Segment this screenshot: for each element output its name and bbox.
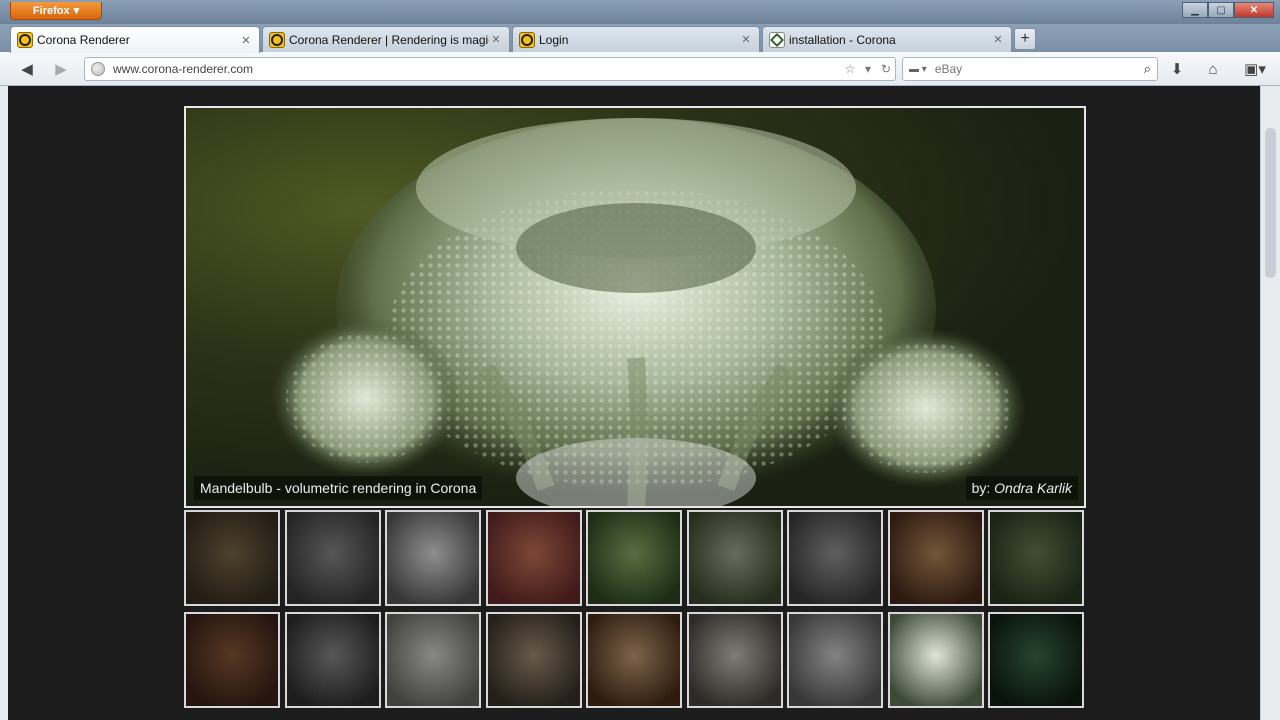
tab-installation[interactable]: installation - Corona ✕ — [762, 26, 1012, 52]
mandelbulb-render — [271, 118, 1026, 506]
tab-label: Login — [539, 32, 569, 47]
thumbnail-dim-overlay — [186, 512, 278, 604]
thumbnail-dim-overlay — [890, 512, 982, 604]
window-controls: ▁ ▢ ✕ — [1182, 2, 1274, 18]
credit-name: Ondra — [994, 480, 1034, 496]
credit-surname: Karlik — [1036, 480, 1072, 496]
thumbnail-dim-overlay — [990, 614, 1082, 706]
gallery-thumbnail[interactable] — [687, 612, 783, 708]
navigation-toolbar: ◀ ▶ www.corona-renderer.com ☆ ▾ ↻ ▬ ▾ ⌕ … — [0, 52, 1280, 86]
scrollbar-thumb[interactable] — [1265, 128, 1276, 278]
tab-close-icon[interactable]: ✕ — [489, 33, 503, 46]
thumbnail-dim-overlay — [387, 614, 479, 706]
search-icon[interactable]: ⌕ — [1144, 61, 1151, 77]
thumbnail-dim-overlay — [789, 512, 881, 604]
gallery-thumbnail[interactable] — [586, 612, 682, 708]
vertical-scrollbar[interactable] — [1260, 86, 1280, 720]
gallery-thumbnail[interactable] — [486, 510, 582, 606]
bookmark-star-icon[interactable]: ☆ — [841, 62, 859, 76]
bookmarks-menu-icon[interactable]: ▣▾ — [1240, 58, 1270, 80]
tab-login[interactable]: Login ✕ — [512, 26, 760, 52]
search-input[interactable] — [934, 62, 1144, 76]
url-text[interactable]: www.corona-renderer.com — [113, 62, 841, 76]
thumbnail-dim-overlay — [789, 614, 881, 706]
tab-strip: Corona Renderer ✕ Corona Renderer | Rend… — [0, 24, 1280, 53]
globe-icon — [91, 62, 105, 76]
firefox-menu-label: Firefox — [32, 4, 70, 17]
thumbnail-dim-overlay — [890, 614, 982, 706]
tab-rendering-is-magic[interactable]: Corona Renderer | Rendering is magic ✕ — [262, 26, 510, 52]
search-engine-icon[interactable]: ▬ ▾ — [909, 64, 927, 75]
minimize-icon[interactable]: ▁ — [1182, 2, 1208, 18]
gallery-thumbnail[interactable] — [285, 612, 381, 708]
thumbnail-dim-overlay — [990, 512, 1082, 604]
page-viewport: Mandelbulb - volumetric rendering in Cor… — [8, 86, 1260, 720]
thumbnail-dim-overlay — [186, 614, 278, 706]
hero-credit: by: Ondra Karlik — [965, 476, 1078, 500]
window-titlebar: Firefox ▾ ▁ ▢ ✕ — [0, 0, 1280, 24]
thumbnail-dim-overlay — [287, 512, 379, 604]
wiki-favicon-icon — [769, 31, 785, 48]
downloads-icon[interactable]: ⬇ — [1166, 58, 1188, 80]
gallery-thumbnail[interactable] — [888, 510, 984, 606]
back-arrow-icon[interactable]: ◀ — [16, 58, 38, 80]
gallery-thumbnail[interactable] — [988, 510, 1084, 606]
forward-arrow-icon[interactable]: ▶ — [50, 58, 72, 80]
gallery-thumbnail[interactable] — [687, 510, 783, 606]
window-left-border — [0, 86, 8, 720]
corona-favicon-icon — [519, 31, 535, 48]
gallery-thumbnail[interactable] — [184, 612, 280, 708]
tab-label: installation - Corona — [789, 32, 896, 47]
maximize-icon[interactable]: ▢ — [1208, 2, 1234, 18]
thumbnail-dim-overlay — [488, 512, 580, 604]
gallery-thumbnail[interactable] — [486, 612, 582, 708]
thumbnail-dim-overlay — [488, 614, 580, 706]
url-bar[interactable]: www.corona-renderer.com ☆ ▾ ↻ — [84, 57, 896, 81]
hero-caption: Mandelbulb - volumetric rendering in Cor… — [194, 476, 483, 500]
gallery-thumbnail[interactable] — [787, 612, 883, 708]
tab-label: Corona Renderer — [37, 33, 130, 47]
gallery-thumbnail[interactable] — [385, 612, 481, 708]
gallery-thumbnail[interactable] — [888, 612, 984, 708]
thumbnail-dim-overlay — [588, 614, 680, 706]
thumbnail-dim-overlay — [689, 614, 781, 706]
gallery-thumbnail[interactable] — [586, 510, 682, 606]
gallery-thumbnail[interactable] — [184, 510, 280, 606]
firefox-menu-button[interactable]: Firefox ▾ — [10, 2, 102, 20]
gallery-thumbnail[interactable] — [988, 612, 1084, 708]
corona-favicon-icon — [269, 31, 285, 48]
credit-prefix: by: — [971, 480, 991, 496]
tab-close-icon[interactable]: ✕ — [991, 33, 1005, 46]
tab-corona-renderer[interactable]: Corona Renderer ✕ — [10, 26, 260, 53]
reload-icon[interactable]: ↻ — [877, 62, 895, 76]
hero-image[interactable]: Mandelbulb - volumetric rendering in Cor… — [184, 106, 1086, 508]
tab-label: Corona Renderer | Rendering is magic — [289, 32, 489, 47]
corona-favicon-icon — [17, 32, 33, 48]
thumbnail-dim-overlay — [387, 512, 479, 604]
home-icon[interactable]: ⌂ — [1202, 58, 1224, 80]
window-close-icon[interactable]: ✕ — [1234, 2, 1274, 18]
gallery-thumbnail[interactable] — [385, 510, 481, 606]
search-bar[interactable]: ▬ ▾ ⌕ — [902, 57, 1158, 81]
tab-close-icon[interactable]: ✕ — [739, 33, 753, 46]
gallery-thumbnail[interactable] — [285, 510, 381, 606]
gallery-thumbnail[interactable] — [787, 510, 883, 606]
tab-close-icon[interactable]: ✕ — [239, 34, 253, 47]
thumbnail-dim-overlay — [588, 512, 680, 604]
thumbnail-dim-overlay — [689, 512, 781, 604]
new-tab-button[interactable]: + — [1014, 28, 1036, 50]
chevron-down-icon: ▾ — [73, 5, 80, 17]
thumbnail-dim-overlay — [287, 614, 379, 706]
url-dropdown-icon[interactable]: ▾ — [859, 62, 877, 76]
